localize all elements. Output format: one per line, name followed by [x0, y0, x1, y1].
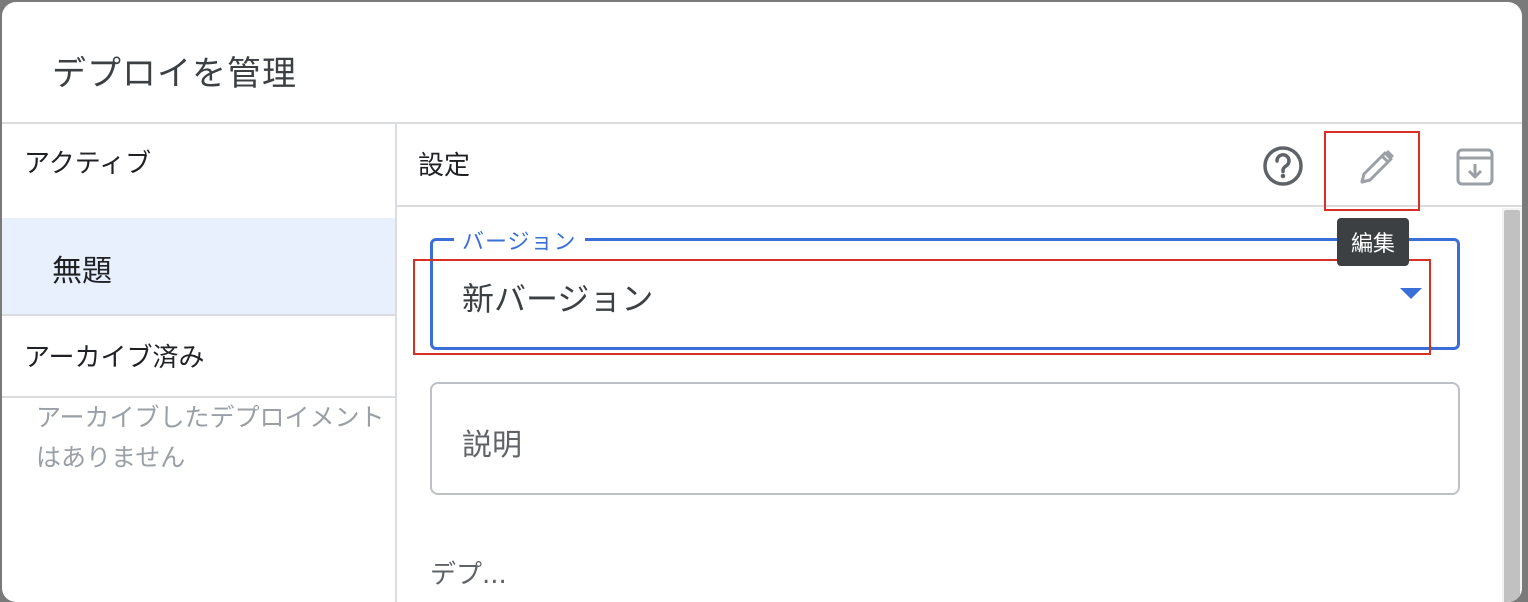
manage-deployments-dialog: デプロイを管理 アクティブ 無題 アーカイブ済み アーカイブしたデプロイメントは…: [2, 2, 1522, 602]
help-circle-icon[interactable]: [1261, 144, 1305, 188]
deployment-item-label[interactable]: 無題: [52, 246, 112, 290]
divider: [395, 123, 397, 602]
version-field-label: バージョン: [454, 224, 585, 256]
next-section-label: デプ...: [430, 560, 507, 590]
edit-highlight-box: [1324, 131, 1420, 211]
divider: [2, 314, 395, 316]
version-highlight-box: [413, 259, 1431, 355]
edit-tooltip: 編集: [1337, 218, 1410, 266]
archived-section-header: アーカイブ済み: [24, 343, 205, 373]
archived-empty-message: アーカイブしたデプロイメントはありません: [36, 403, 385, 472]
divider: [2, 122, 1522, 124]
active-section-header: アクティブ: [24, 149, 152, 179]
settings-title: 設定: [418, 151, 471, 181]
dialog-title: デプロイを管理: [52, 54, 297, 94]
description-field[interactable]: [430, 382, 1460, 495]
description-placeholder: 説明: [462, 428, 522, 463]
archive-icon[interactable]: [1452, 144, 1498, 190]
scrollbar-thumb[interactable]: [1504, 210, 1520, 602]
